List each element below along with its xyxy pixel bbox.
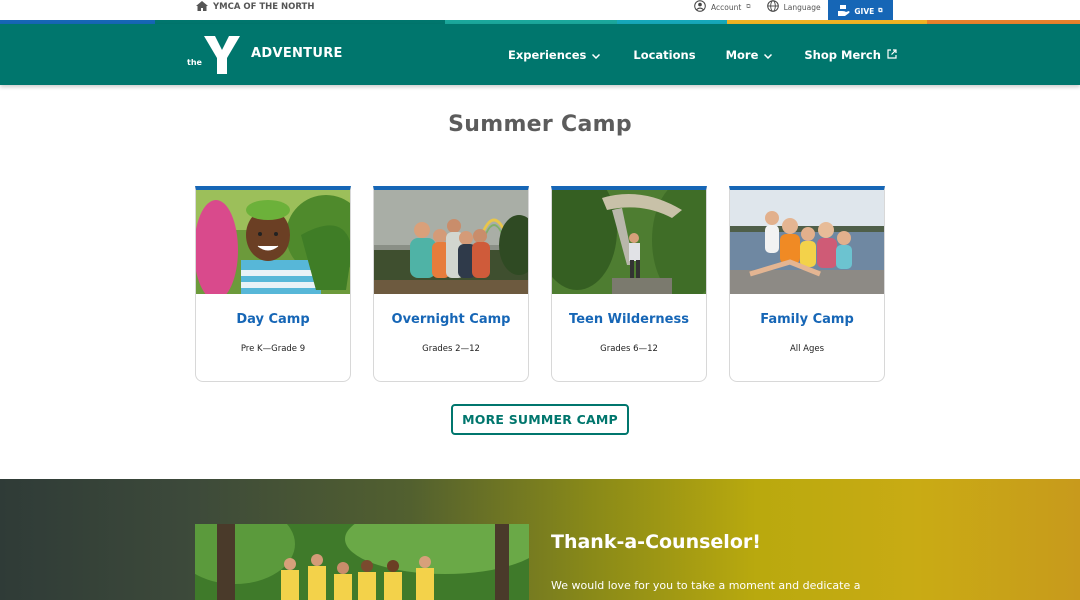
utility-bar: YMCA OF THE NORTH Account ⧉ Language GIV… <box>0 0 1080 24</box>
chevron-down-icon <box>592 48 601 62</box>
ymca-north-label: YMCA OF THE NORTH <box>213 2 315 12</box>
card-subtitle: All Ages <box>789 344 825 354</box>
feature-title: Thank-a-Counselor! <box>551 531 761 553</box>
nav-shop-merch-label: Shop Merch <box>804 47 881 62</box>
hand-heart-icon <box>838 4 850 18</box>
feature-text: We would love for you to take a moment a… <box>551 579 861 592</box>
nav-more[interactable]: More <box>726 48 773 62</box>
globe-icon <box>766 0 779 14</box>
card-subtitle: Pre K—Grade 9 <box>240 344 306 354</box>
give-label: GIVE <box>854 6 875 16</box>
nav-experiences-label: Experiences <box>508 47 587 62</box>
card-family-camp[interactable]: Family Camp All Ages <box>729 186 885 382</box>
teen-wilderness-photo <box>552 190 706 294</box>
nav-locations-label: Locations <box>633 47 696 62</box>
card-title: Overnight Camp <box>391 312 511 327</box>
language-selector[interactable]: Language <box>766 0 821 14</box>
nav-locations[interactable]: Locations <box>633 48 695 62</box>
card-title: Family Camp <box>760 312 854 327</box>
chevron-down-icon <box>764 48 773 62</box>
external-link-icon <box>887 48 897 62</box>
logo-the-text: the <box>187 57 202 67</box>
main-nav: the ADVENTURE Experiences Locations More… <box>0 24 1080 85</box>
nav-experiences[interactable]: Experiences <box>508 47 601 62</box>
more-summer-camp-button[interactable]: MORE SUMMER CAMP <box>451 404 629 435</box>
card-teen-wilderness[interactable]: Teen Wilderness Grades 6—12 <box>551 186 707 382</box>
language-label: Language <box>783 2 821 12</box>
account-label: Account <box>711 2 742 12</box>
home-icon <box>196 0 208 14</box>
account-link[interactable]: Account ⧉ <box>694 0 751 14</box>
card-subtitle: Grades 6—12 <box>600 344 658 354</box>
family-camp-photo <box>730 190 884 294</box>
account-icon <box>694 0 706 14</box>
give-button[interactable]: GIVE ⧉ <box>828 0 893 22</box>
day-camp-photo <box>196 190 350 294</box>
section-title: Summer Camp <box>448 112 632 137</box>
y-logo[interactable]: the <box>187 36 240 78</box>
card-title: Day Camp <box>236 312 310 327</box>
counselor-group-photo <box>195 524 529 600</box>
ymca-north-link[interactable]: YMCA OF THE NORTH <box>196 0 314 14</box>
card-subtitle: Grades 2—12 <box>422 344 480 354</box>
nav-more-label: More <box>725 47 759 62</box>
nav-shop-merch[interactable]: Shop Merch <box>804 48 897 62</box>
camp-cards: Day Camp Pre K—Grade 9 Overnight Camp Gr… <box>195 186 885 382</box>
card-overnight-camp[interactable]: Overnight Camp Grades 2—12 <box>373 186 529 382</box>
brand-name[interactable]: ADVENTURE <box>251 46 343 61</box>
thank-a-counselor-section: Thank-a-Counselor! We would love for you… <box>0 479 1080 600</box>
external-link-icon: ⧉ <box>878 7 883 14</box>
external-link-icon: ⧉ <box>746 3 751 10</box>
overnight-camp-photo <box>374 190 528 294</box>
card-day-camp[interactable]: Day Camp Pre K—Grade 9 <box>195 186 351 382</box>
y-logo-icon <box>203 36 240 78</box>
card-title: Teen Wilderness <box>569 312 689 327</box>
